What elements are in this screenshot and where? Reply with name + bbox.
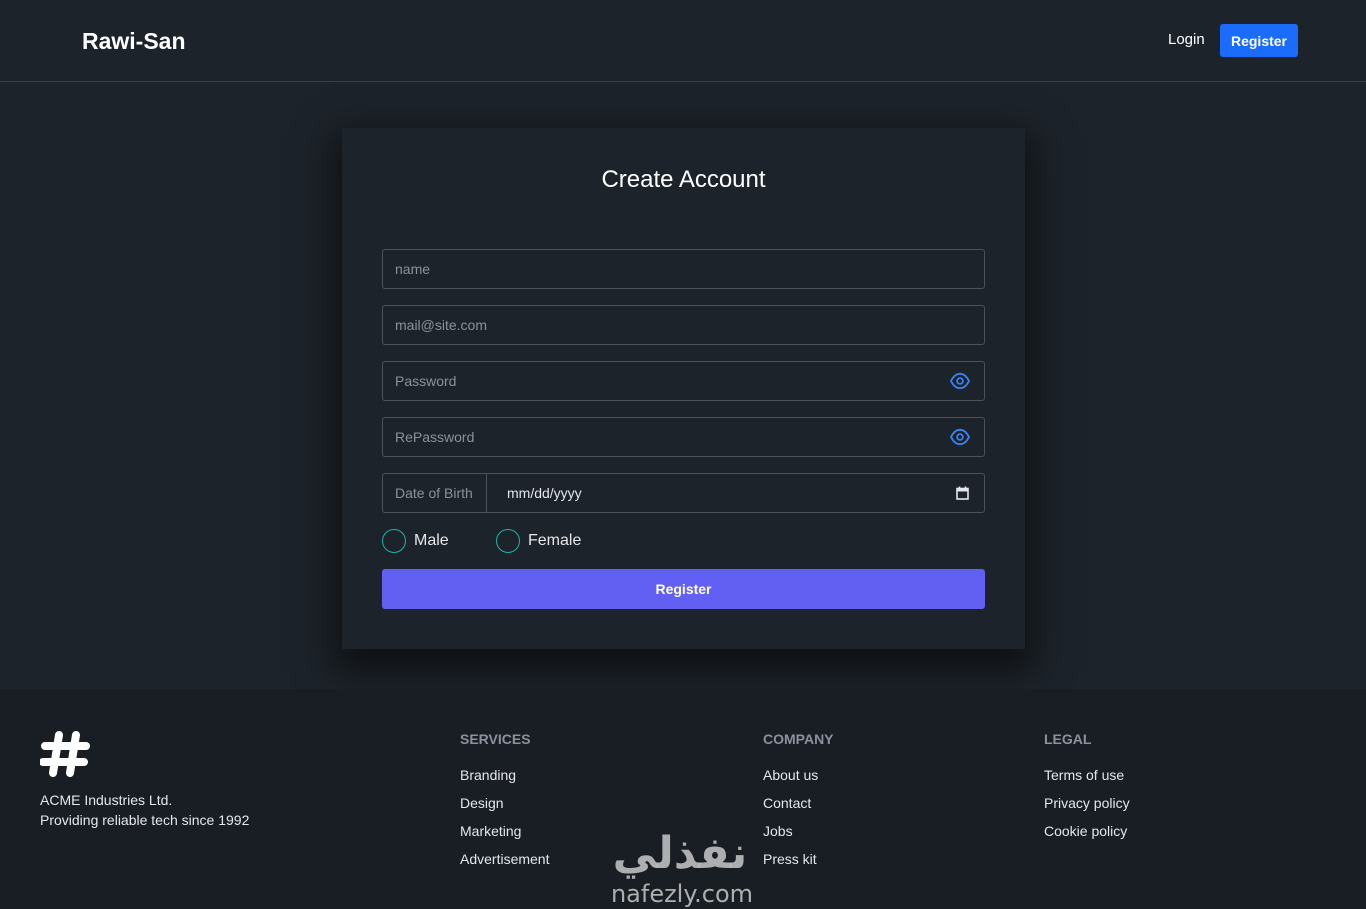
dob-input[interactable]: mm/dd/yyyy — [507, 485, 582, 501]
password-field-wrapper — [382, 361, 985, 401]
brand-logo[interactable]: Rawi-San — [82, 28, 186, 55]
top-navbar: Rawi-San Login Register — [0, 0, 1366, 82]
register-card: Create Account Date of Birth mm/dd/yyyy — [342, 128, 1025, 649]
eye-icon[interactable] — [949, 428, 971, 446]
name-input[interactable] — [383, 250, 984, 288]
nafezly-watermark: نفذلي nafezly.com — [611, 828, 753, 908]
footer-link-marketing[interactable]: Marketing — [460, 823, 549, 851]
radio-male-label: Male — [414, 532, 449, 549]
dob-field[interactable]: Date of Birth mm/dd/yyyy — [382, 473, 985, 513]
watermark-arabic: نفذلي — [613, 828, 748, 879]
eye-icon[interactable] — [949, 372, 971, 390]
login-link[interactable]: Login — [1168, 31, 1205, 48]
company-title: COMPANY — [763, 731, 834, 747]
footer-link-privacy[interactable]: Privacy policy — [1044, 795, 1130, 823]
footer-link-terms[interactable]: Terms of use — [1044, 767, 1130, 795]
radio-female-label: Female — [528, 532, 582, 549]
repassword-field-wrapper — [382, 417, 985, 457]
register-nav-button[interactable]: Register — [1220, 24, 1298, 57]
radio-female[interactable] — [496, 529, 520, 553]
password-input[interactable] — [383, 362, 984, 400]
footer-link-advertisement[interactable]: Advertisement — [460, 851, 549, 879]
email-field-wrapper — [382, 305, 985, 345]
page-title: Create Account — [601, 166, 766, 193]
company-name: ACME Industries Ltd. — [40, 792, 173, 808]
name-field-wrapper — [382, 249, 985, 289]
dob-label: Date of Birth — [383, 474, 487, 512]
footer-link-contact[interactable]: Contact — [763, 795, 834, 823]
footer-legal: LEGAL Terms of use Privacy policy Cookie… — [1044, 731, 1130, 851]
gender-radio-female[interactable]: Female — [496, 529, 581, 553]
footer-link-design[interactable]: Design — [460, 795, 549, 823]
watermark-latin: nafezly.com — [611, 880, 753, 908]
footer-link-presskit[interactable]: Press kit — [763, 851, 834, 879]
hash-logo-icon — [40, 731, 90, 777]
footer-link-branding[interactable]: Branding — [460, 767, 549, 795]
calendar-icon[interactable] — [956, 486, 969, 500]
legal-title: LEGAL — [1044, 731, 1092, 747]
company-info: ACME Industries Ltd. Providing reliable … — [40, 790, 249, 830]
footer-services: SERVICES Branding Design Marketing Adver… — [460, 731, 549, 879]
company-tagline: Providing reliable tech since 1992 — [40, 812, 250, 828]
email-input[interactable] — [383, 306, 984, 344]
footer-link-jobs[interactable]: Jobs — [763, 823, 834, 851]
services-title: SERVICES — [460, 731, 531, 747]
gender-radio-male[interactable]: Male — [382, 529, 449, 553]
footer-link-about[interactable]: About us — [763, 767, 834, 795]
radio-male[interactable] — [382, 529, 406, 553]
repassword-input[interactable] — [383, 418, 984, 456]
footer-link-cookie[interactable]: Cookie policy — [1044, 823, 1130, 851]
register-submit-button[interactable]: Register — [382, 569, 985, 609]
footer-company: COMPANY About us Contact Jobs Press kit — [763, 731, 834, 879]
